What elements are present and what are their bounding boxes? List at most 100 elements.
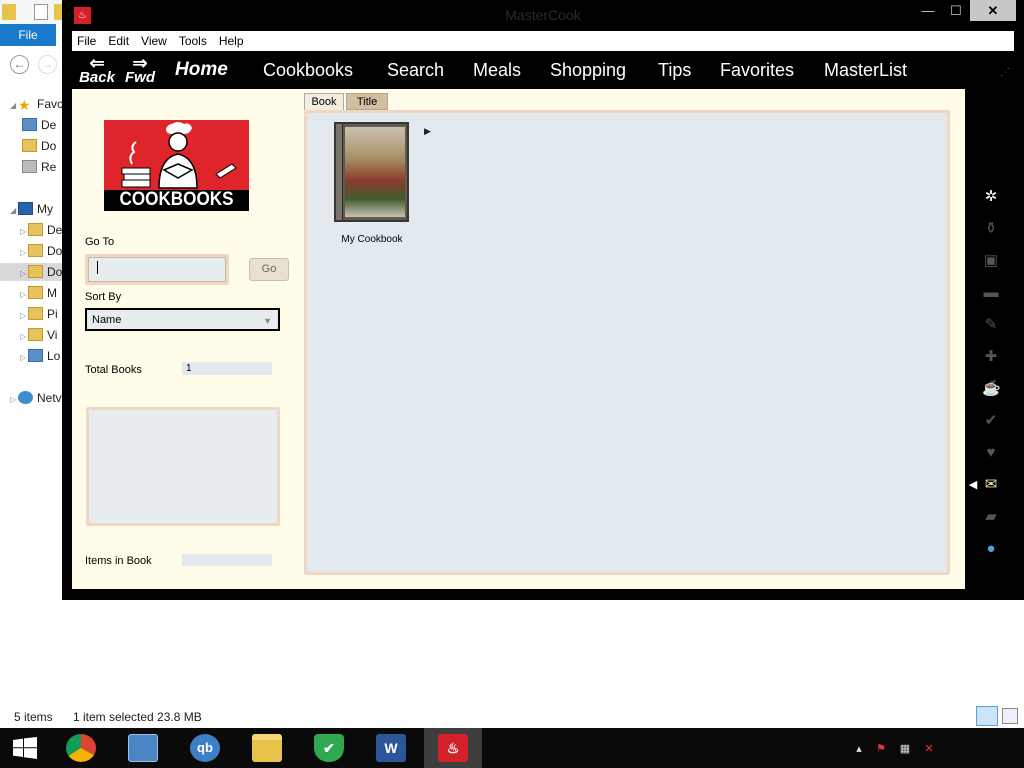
envelope-icon[interactable]: ✉ [982, 476, 1000, 494]
folder-icon [28, 223, 43, 236]
folder-icon[interactable] [54, 4, 62, 20]
menu-view[interactable]: View [135, 31, 173, 51]
gift-icon[interactable]: ▣ [982, 252, 1000, 270]
back-label: Back [79, 69, 115, 86]
taskbar-quickbooks[interactable]: qb [176, 728, 234, 768]
menu-tools[interactable]: Tools [173, 31, 213, 51]
title-bar[interactable]: ♨ MasterCook — ☐ ✕ [62, 0, 1024, 31]
forward-arrow-icon: → [38, 55, 57, 74]
large-icons-view-icon[interactable] [1002, 708, 1018, 724]
play-arrow-icon[interactable]: ▶ [424, 126, 431, 137]
expand-triangle-icon[interactable]: ▷ [20, 328, 28, 346]
tab-book[interactable]: Book [304, 93, 344, 110]
nav-meals[interactable]: Meals [473, 60, 521, 80]
card-icon[interactable]: ▬ [982, 284, 1000, 302]
quickbooks-icon: qb [190, 734, 220, 762]
print-icon[interactable]: ▰ [982, 508, 1000, 526]
menu-file[interactable]: File [72, 31, 102, 51]
goto-input[interactable] [85, 254, 229, 285]
chevron-down-icon[interactable]: ▼ [263, 314, 272, 329]
nav-tips[interactable]: Tips [658, 60, 691, 80]
tree-item-folder[interactable]: ▷ M [20, 284, 57, 302]
tree-item-local-disk[interactable]: ▷ Lo [20, 347, 60, 365]
nav-favorites[interactable]: Favorites [720, 60, 794, 80]
globe-icon[interactable]: ● [982, 540, 1000, 558]
downloads-icon [22, 139, 37, 152]
tree-item-network[interactable]: ▷ Netv [10, 389, 62, 407]
maximize-icon[interactable]: ☐ [942, 0, 970, 21]
taskbar-chrome[interactable] [52, 728, 110, 768]
chrome-icon [66, 734, 96, 762]
expand-triangle-icon[interactable]: ▷ [10, 391, 18, 409]
nav-shopping[interactable]: Shopping [550, 60, 626, 80]
tree-item-downloads[interactable]: Do [22, 137, 56, 155]
action-center-flag-icon[interactable]: ⚑ [874, 742, 888, 756]
expand-triangle-icon[interactable]: ▷ [20, 244, 28, 262]
tree-item-label: Do [41, 139, 57, 153]
recent-places-icon [22, 160, 37, 173]
tree-item-favorites[interactable]: ◢ ★ Favo [10, 95, 64, 113]
collapse-triangle-icon[interactable]: ◢ [10, 202, 18, 220]
sort-by-select[interactable]: Name ▼ [85, 308, 280, 331]
taskbar-control-panel[interactable] [114, 728, 172, 768]
expand-triangle-icon[interactable]: ▷ [20, 223, 28, 241]
forward-button[interactable]: ⇒ Fwd [120, 54, 160, 86]
taskbar-file-explorer[interactable] [238, 728, 296, 768]
tab-title[interactable]: Title [346, 93, 388, 110]
bottle-icon[interactable]: ⚱ [982, 220, 1000, 238]
network-status-icon[interactable]: ▦ [898, 742, 912, 756]
volume-muted-icon[interactable]: ✕ [922, 742, 936, 756]
minimize-icon[interactable]: — [914, 0, 942, 21]
collapse-triangle-icon[interactable]: ◢ [10, 97, 18, 115]
sort-by-label: Sort By [85, 291, 122, 303]
resize-grip-icon[interactable]: ⋰ [1000, 67, 1012, 79]
explorer-file-tab[interactable]: File [0, 24, 56, 46]
taskbar-word[interactable]: W [362, 728, 420, 768]
details-view-icon[interactable] [976, 706, 998, 726]
tree-item-folder[interactable]: ▷ Vi [20, 326, 57, 344]
back-arrow-icon[interactable]: ← [10, 55, 29, 74]
new-recipe-icon[interactable]: ✲ [982, 188, 1000, 206]
expand-triangle-icon[interactable]: ▷ [20, 349, 28, 367]
menu-help[interactable]: Help [213, 31, 250, 51]
tree-item-recent-places[interactable]: Re [22, 158, 56, 176]
menu-edit[interactable]: Edit [102, 31, 135, 51]
forward-label: Fwd [125, 69, 155, 86]
folder-icon[interactable] [2, 4, 16, 20]
tree-item-label: Re [41, 160, 57, 174]
close-icon[interactable]: ✕ [970, 0, 1016, 21]
nav-cookbooks[interactable]: Cookbooks [263, 60, 353, 80]
tree-item-folder-selected[interactable]: ▷ Do [0, 263, 62, 281]
expand-triangle-icon[interactable]: ▷ [20, 307, 28, 325]
start-button[interactable] [0, 728, 50, 768]
nav-home[interactable]: Home [175, 60, 228, 80]
tree-item-folder[interactable]: ▷ Pi [20, 305, 58, 323]
cookbook-title[interactable]: My Cookbook [322, 234, 422, 245]
new-file-icon[interactable] [34, 4, 48, 20]
tree-item-my-computer[interactable]: ◢ My [10, 200, 53, 218]
tree-item-desktop[interactable]: De [22, 116, 56, 134]
heart-icon[interactable]: ♥ [982, 444, 1000, 462]
tree-item-folder[interactable]: ▷ Do [20, 242, 62, 260]
book-spine [336, 124, 343, 220]
cup-icon[interactable]: ☕ [982, 380, 1001, 398]
pencil-icon[interactable]: ✎ [982, 316, 1000, 334]
cookbook-cover[interactable] [334, 122, 409, 222]
chef-reading-icon [104, 120, 249, 190]
go-button[interactable]: Go [249, 258, 289, 281]
expand-triangle-icon[interactable]: ▷ [20, 265, 28, 283]
goto-input-field[interactable] [88, 257, 226, 282]
tray-overflow-chevron-icon[interactable]: ▴ [852, 742, 866, 756]
tree-item-label: My [37, 202, 53, 216]
back-button[interactable]: ⇐ Back [77, 54, 117, 86]
nav-masterlist[interactable]: MasterList [824, 60, 907, 80]
plus-icon[interactable]: ✚ [982, 348, 1000, 366]
tree-item-folder[interactable]: ▷ De [20, 221, 62, 239]
taskbar-mastercook[interactable]: ♨ [424, 728, 482, 768]
expand-triangle-icon[interactable]: ▷ [20, 286, 28, 304]
network-icon [18, 391, 33, 404]
spellcheck-icon[interactable]: ✔ [982, 412, 1000, 430]
nav-search[interactable]: Search [387, 60, 444, 80]
taskbar-security[interactable]: ✔ [300, 728, 358, 768]
logo-text: COOKBOOKS [119, 189, 234, 210]
